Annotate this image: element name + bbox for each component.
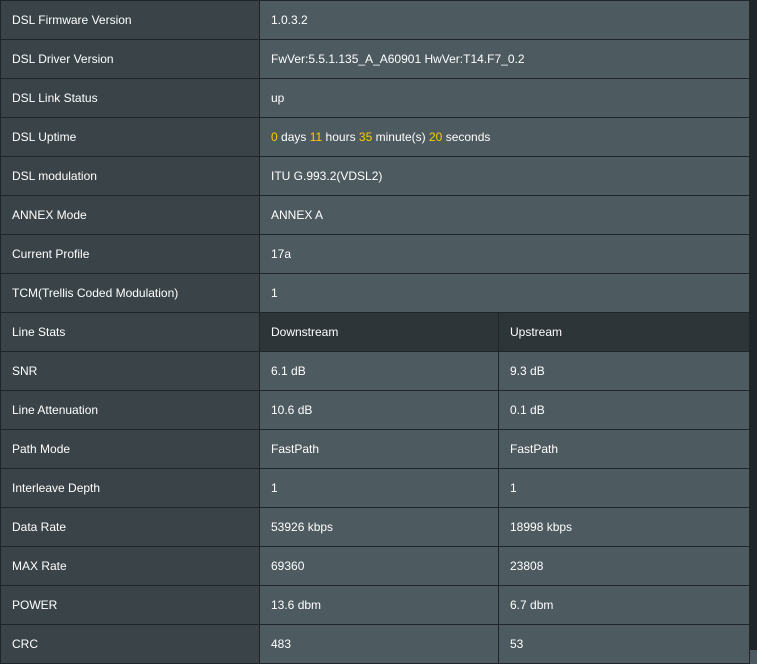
label-uptime: DSL Uptime — [0, 117, 260, 157]
up-path-mode: FastPath — [497, 429, 751, 469]
down-power: 13.6 dbm — [259, 585, 499, 625]
header-downstream: Downstream — [259, 312, 499, 352]
value-annex-mode: ANNEX A — [258, 195, 751, 235]
row-annex-mode: ANNEX Mode ANNEX A — [0, 195, 751, 235]
down-data-rate: 53926 kbps — [259, 507, 499, 547]
up-data-rate: 18998 kbps — [497, 507, 751, 547]
label-data-rate: Data Rate — [0, 507, 260, 547]
row-snr: SNR 6.1 dB 9.3 dB — [0, 351, 751, 391]
label-max-rate: MAX Rate — [0, 546, 260, 586]
label-driver-version: DSL Driver Version — [0, 39, 260, 79]
row-line-attenuation: Line Attenuation 10.6 dB 0.1 dB — [0, 390, 751, 430]
row-modulation: DSL modulation ITU G.993.2(VDSL2) — [0, 156, 751, 196]
value-driver-version: FwVer:5.5.1.135_A_A60901 HwVer:T14.F7_0.… — [258, 39, 751, 79]
label-modulation: DSL modulation — [0, 156, 260, 196]
row-power: POWER 13.6 dbm 6.7 dbm — [0, 585, 751, 625]
uptime-days: 0 — [271, 130, 278, 144]
label-annex-mode: ANNEX Mode — [0, 195, 260, 235]
row-driver-version: DSL Driver Version FwVer:5.5.1.135_A_A60… — [0, 39, 751, 79]
uptime-seconds: 20 — [428, 130, 443, 144]
label-line-stats: Line Stats — [0, 312, 260, 352]
label-path-mode: Path Mode — [0, 429, 260, 469]
dsl-status-table: DSL Firmware Version 1.0.3.2 DSL Driver … — [0, 0, 751, 664]
label-link-status: DSL Link Status — [0, 78, 260, 118]
uptime-hours-unit: hours — [325, 130, 356, 144]
up-power: 6.7 dbm — [497, 585, 751, 625]
uptime-days-unit: days — [281, 130, 307, 144]
label-interleave-depth: Interleave Depth — [0, 468, 260, 508]
row-path-mode: Path Mode FastPath FastPath — [0, 429, 751, 469]
value-current-profile: 17a — [258, 234, 751, 274]
row-max-rate: MAX Rate 69360 23808 — [0, 546, 751, 586]
down-max-rate: 69360 — [259, 546, 499, 586]
row-data-rate: Data Rate 53926 kbps 18998 kbps — [0, 507, 751, 547]
down-crc: 483 — [259, 624, 499, 664]
row-firmware-version: DSL Firmware Version 1.0.3.2 — [0, 0, 751, 40]
header-upstream: Upstream — [497, 312, 751, 352]
up-crc: 53 — [497, 624, 751, 664]
value-modulation: ITU G.993.2(VDSL2) — [258, 156, 751, 196]
value-link-status: up — [258, 78, 751, 118]
row-tcm: TCM(Trellis Coded Modulation) 1 — [0, 273, 751, 313]
label-firmware-version: DSL Firmware Version — [0, 0, 260, 40]
value-uptime: 0 days 11 hours 35 minute(s) 20 seconds — [258, 117, 751, 157]
down-interleave-depth: 1 — [259, 468, 499, 508]
down-snr: 6.1 dB — [259, 351, 499, 391]
label-line-attenuation: Line Attenuation — [0, 390, 260, 430]
label-crc: CRC — [0, 624, 260, 664]
value-tcm: 1 — [258, 273, 751, 313]
up-snr: 9.3 dB — [497, 351, 751, 391]
row-uptime: DSL Uptime 0 days 11 hours 35 minute(s) … — [0, 117, 751, 157]
uptime-minutes-unit: minute(s) — [375, 130, 426, 144]
label-power: POWER — [0, 585, 260, 625]
row-crc: CRC 483 53 — [0, 624, 751, 664]
down-path-mode: FastPath — [259, 429, 499, 469]
up-max-rate: 23808 — [497, 546, 751, 586]
label-snr: SNR — [0, 351, 260, 391]
up-interleave-depth: 1 — [497, 468, 751, 508]
row-interleave-depth: Interleave Depth 1 1 — [0, 468, 751, 508]
uptime-minutes: 35 — [358, 130, 373, 144]
right-edge-gap — [749, 0, 757, 650]
down-line-attenuation: 10.6 dB — [259, 390, 499, 430]
row-line-stats-header: Line Stats Downstream Upstream — [0, 312, 751, 352]
uptime-seconds-unit: seconds — [445, 130, 491, 144]
uptime-hours: 11 — [309, 130, 323, 144]
row-current-profile: Current Profile 17a — [0, 234, 751, 274]
label-tcm: TCM(Trellis Coded Modulation) — [0, 273, 260, 313]
label-current-profile: Current Profile — [0, 234, 260, 274]
row-link-status: DSL Link Status up — [0, 78, 751, 118]
value-firmware-version: 1.0.3.2 — [258, 0, 751, 40]
up-line-attenuation: 0.1 dB — [497, 390, 751, 430]
